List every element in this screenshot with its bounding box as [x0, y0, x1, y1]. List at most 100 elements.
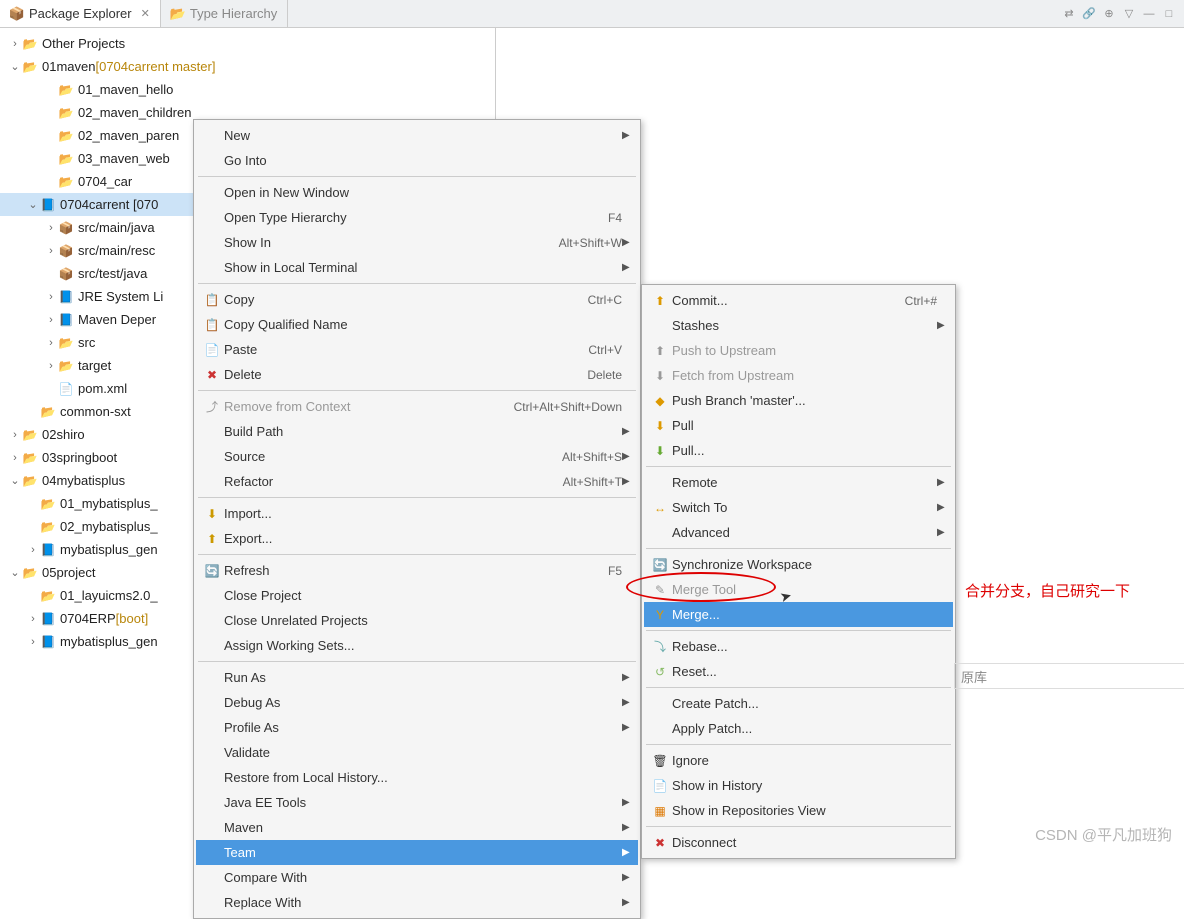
- caret-right-icon[interactable]: ›: [26, 613, 40, 625]
- caret-right-icon[interactable]: ›: [44, 337, 58, 349]
- tab-package-explorer[interactable]: 📦 Package Explorer ✕: [0, 0, 161, 27]
- menu-item-compare-with[interactable]: Compare With▶: [196, 865, 638, 890]
- menu-item-new[interactable]: New▶: [196, 123, 638, 148]
- menu-item-java-ee-tools[interactable]: Java EE Tools▶: [196, 790, 638, 815]
- menu-item-refactor[interactable]: RefactorAlt+Shift+T▶: [196, 469, 638, 494]
- menu-item-icon: ⬇: [650, 443, 670, 459]
- menu-item-open-type-hierarchy[interactable]: Open Type HierarchyF4: [196, 205, 638, 230]
- menu-item-synchronize-workspace[interactable]: 🔄Synchronize Workspace: [644, 552, 953, 577]
- caret-right-icon[interactable]: ›: [8, 452, 22, 464]
- menu-item-remove-from-context: ⤴Remove from ContextCtrl+Alt+Shift+Down: [196, 394, 638, 419]
- caret-right-icon[interactable]: ›: [44, 360, 58, 372]
- menu-item-label: Debug As: [222, 695, 622, 710]
- caret-down-icon[interactable]: ⌄: [8, 566, 22, 579]
- tree-item[interactable]: ›📂Other Projects: [0, 32, 495, 55]
- menu-item-close-project[interactable]: Close Project: [196, 583, 638, 608]
- maximize-icon[interactable]: □: [1162, 7, 1176, 21]
- caret-right-icon[interactable]: ›: [8, 38, 22, 50]
- menu-item-copy[interactable]: 📋CopyCtrl+C: [196, 287, 638, 312]
- menu-item-icon: ⬇: [650, 418, 670, 434]
- menu-icon-empty: [202, 695, 222, 711]
- menu-item-restore-from-local-history[interactable]: Restore from Local History...: [196, 765, 638, 790]
- tree-item[interactable]: ⌄📂01maven [0704carrent master]: [0, 55, 495, 78]
- menu-item-copy-qualified-name[interactable]: 📋Copy Qualified Name: [196, 312, 638, 337]
- side-panel-label: 原库: [954, 663, 1184, 689]
- menu-item-source[interactable]: SourceAlt+Shift+S▶: [196, 444, 638, 469]
- menu-item-run-as[interactable]: Run As▶: [196, 665, 638, 690]
- chevron-right-icon: ▶: [937, 502, 947, 513]
- menu-item-label: Refactor: [222, 474, 543, 489]
- tab-bar: 📦 Package Explorer ✕ 📂 Type Hierarchy ⇄ …: [0, 0, 1184, 28]
- folder-icon: 📂: [40, 404, 56, 420]
- menu-item-show-in-local-terminal[interactable]: Show in Local Terminal▶: [196, 255, 638, 280]
- caret-right-icon[interactable]: ›: [44, 314, 58, 326]
- caret-down-icon[interactable]: ⌄: [8, 474, 22, 487]
- menu-item-icon: 🔄: [650, 557, 670, 573]
- menu-item-import[interactable]: ⬇Import...: [196, 501, 638, 526]
- menu-item-debug-as[interactable]: Debug As▶: [196, 690, 638, 715]
- menu-item-build-path[interactable]: Build Path▶: [196, 419, 638, 444]
- menu-item-show-in[interactable]: Show InAlt+Shift+W▶: [196, 230, 638, 255]
- caret-right-icon[interactable]: ›: [44, 245, 58, 257]
- menu-item-maven[interactable]: Maven▶: [196, 815, 638, 840]
- caret-right-icon[interactable]: ›: [8, 429, 22, 441]
- menu-item-label: Export...: [222, 531, 622, 546]
- caret-down-icon[interactable]: ⌄: [26, 198, 40, 211]
- menu-item-remote[interactable]: Remote▶: [644, 470, 953, 495]
- focus-icon[interactable]: ⊕: [1102, 7, 1116, 21]
- menu-item-show-in-repositories-view[interactable]: ▦Show in Repositories View: [644, 798, 953, 823]
- menu-item-create-patch[interactable]: Create Patch...: [644, 691, 953, 716]
- caret-none: ›: [44, 176, 58, 188]
- menu-item-validate[interactable]: Validate: [196, 740, 638, 765]
- context-menu-primary[interactable]: New▶Go Into Open in New WindowOpen Type H…: [193, 119, 641, 919]
- tree-item[interactable]: ›📂01_maven_hello: [0, 78, 495, 101]
- menu-item-reset[interactable]: ↺Reset...: [644, 659, 953, 684]
- menu-item-commit[interactable]: ⬆Commit...Ctrl+#: [644, 288, 953, 313]
- menu-item-replace-with[interactable]: Replace With▶: [196, 890, 638, 915]
- menu-item-push-branch-master[interactable]: ◆Push Branch 'master'...: [644, 388, 953, 413]
- menu-item-refresh[interactable]: 🔄RefreshF5: [196, 558, 638, 583]
- menu-item-paste[interactable]: 📄PasteCtrl+V: [196, 337, 638, 362]
- menu-item-icon: ◆: [650, 393, 670, 409]
- caret-right-icon[interactable]: ›: [26, 636, 40, 648]
- collapse-icon[interactable]: ⇄: [1062, 7, 1076, 21]
- menu-item-merge[interactable]: YMerge...: [644, 602, 953, 627]
- menu-icon[interactable]: ▽: [1122, 7, 1136, 21]
- menu-item-pull[interactable]: ⬇Pull...: [644, 438, 953, 463]
- tab-type-hierarchy[interactable]: 📂 Type Hierarchy: [161, 0, 288, 27]
- tree-item-label: src/main/java: [78, 220, 155, 235]
- minimize-icon[interactable]: —: [1142, 7, 1156, 21]
- menu-item-rebase[interactable]: ⤵Rebase...: [644, 634, 953, 659]
- caret-right-icon[interactable]: ›: [44, 291, 58, 303]
- tree-item-label: 0704carrent [070: [60, 197, 158, 212]
- folder-icon: 📂: [58, 128, 74, 144]
- menu-item-open-in-new-window[interactable]: Open in New Window: [196, 180, 638, 205]
- menu-item-disconnect[interactable]: ✖Disconnect: [644, 830, 953, 855]
- menu-item-profile-as[interactable]: Profile As▶: [196, 715, 638, 740]
- caret-down-icon[interactable]: ⌄: [8, 60, 22, 73]
- menu-item-team[interactable]: Team▶: [196, 840, 638, 865]
- caret-right-icon[interactable]: ›: [26, 544, 40, 556]
- menu-item-delete[interactable]: ✖DeleteDelete: [196, 362, 638, 387]
- chevron-right-icon: ▶: [622, 451, 632, 462]
- menu-item-apply-patch[interactable]: Apply Patch...: [644, 716, 953, 741]
- menu-item-pull[interactable]: ⬇Pull: [644, 413, 953, 438]
- menu-item-advanced[interactable]: Advanced▶: [644, 520, 953, 545]
- menu-item-assign-working-sets[interactable]: Assign Working Sets...: [196, 633, 638, 658]
- menu-item-export[interactable]: ⬆Export...: [196, 526, 638, 551]
- annotation-text: 合并分支，自己研究一下: [965, 580, 1130, 601]
- menu-item-show-in-history[interactable]: 📄Show in History: [644, 773, 953, 798]
- caret-none: ›: [26, 498, 40, 510]
- menu-item-go-into[interactable]: Go Into: [196, 148, 638, 173]
- link-icon[interactable]: 🔗: [1082, 7, 1096, 21]
- context-menu-team[interactable]: ⬆Commit...Ctrl+#Stashes▶⬆Push to Upstrea…: [641, 284, 956, 859]
- menu-item-switch-to[interactable]: ↔Switch To▶: [644, 495, 953, 520]
- close-icon[interactable]: ✕: [141, 7, 150, 20]
- menu-item-ignore[interactable]: 🗑Ignore: [644, 748, 953, 773]
- menu-item-stashes[interactable]: Stashes▶: [644, 313, 953, 338]
- tree-item-label: 01_maven_hello: [78, 82, 173, 97]
- caret-right-icon[interactable]: ›: [44, 222, 58, 234]
- menu-item-label: Build Path: [222, 424, 622, 439]
- menu-item-close-unrelated-projects[interactable]: Close Unrelated Projects: [196, 608, 638, 633]
- menu-item-label: Java EE Tools: [222, 795, 622, 810]
